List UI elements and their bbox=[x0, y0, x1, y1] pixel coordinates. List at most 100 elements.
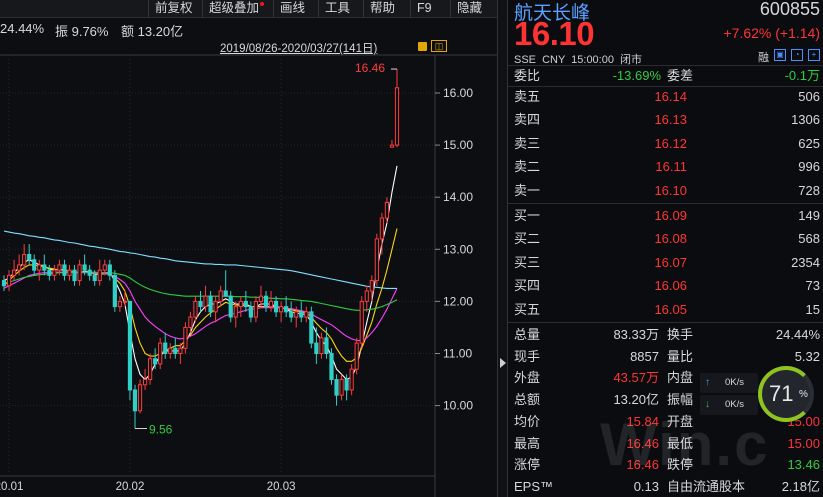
candle-body bbox=[314, 342, 319, 354]
candle-body bbox=[289, 311, 294, 318]
candle-body bbox=[1, 280, 7, 287]
candle-body bbox=[132, 389, 138, 412]
stat-label: 总量 bbox=[514, 327, 541, 342]
stat-label: 外盘 bbox=[514, 370, 541, 386]
candle-body bbox=[158, 342, 163, 365]
weibi-value: -13.69% bbox=[612, 68, 661, 83]
stat-label: 均价 bbox=[514, 413, 541, 429]
candle-body bbox=[364, 290, 369, 302]
ask-row[interactable]: 卖三 16.12 625 bbox=[508, 134, 823, 154]
stat-label: 总额 bbox=[514, 392, 541, 408]
candle-body bbox=[384, 201, 390, 219]
stock-code: 600855 bbox=[759, 0, 820, 19]
y-tick-label: 16.00 bbox=[443, 86, 473, 100]
candle-body bbox=[92, 274, 97, 282]
gauge-percent-sign: % bbox=[799, 389, 808, 400]
candle-body bbox=[284, 306, 289, 313]
stat-label: EPS™ bbox=[514, 478, 554, 494]
bell-icon[interactable]: ◔ bbox=[791, 49, 803, 61]
up-arrow-icon: ↑ bbox=[705, 377, 710, 388]
collapse-arrow-icon[interactable] bbox=[500, 358, 506, 368]
candle-body bbox=[11, 269, 17, 276]
commission-row: 委比 -13.69% 委差 -0.1万 bbox=[508, 66, 823, 86]
candle-body bbox=[258, 295, 264, 302]
candle-body bbox=[279, 306, 284, 313]
annotation-label: 9.56 bbox=[149, 423, 173, 437]
bid-volume: 568 bbox=[798, 231, 820, 247]
bid-label: 买三 bbox=[514, 254, 541, 270]
candle-body bbox=[37, 264, 42, 271]
stat-value: 13.20亿 bbox=[613, 392, 659, 408]
candle-body bbox=[304, 311, 309, 318]
bid-volume: 73 bbox=[805, 278, 820, 294]
share-icon[interactable]: ▣ bbox=[774, 49, 786, 61]
bid-volume: 15 bbox=[805, 301, 820, 317]
bid-row[interactable]: 买一 16.09 149 bbox=[508, 206, 823, 226]
candle-body bbox=[233, 306, 238, 318]
candle-body bbox=[263, 295, 269, 308]
stat-label: 换手 bbox=[667, 327, 694, 342]
bid-row[interactable]: 买五 16.05 15 bbox=[508, 300, 823, 320]
ask-price: 16.12 bbox=[654, 135, 687, 151]
bid-label: 买四 bbox=[514, 278, 541, 294]
stat-row: 总量 83.33万 换手 24.44% bbox=[508, 325, 823, 345]
stat-row: 现手 8857 量比 5.32 bbox=[508, 347, 823, 367]
candle-body bbox=[294, 311, 299, 318]
ask-label: 卖二 bbox=[514, 159, 541, 175]
candle-body bbox=[27, 254, 32, 261]
panel-splitter[interactable] bbox=[497, 0, 508, 497]
ask-row[interactable]: 卖二 16.11 996 bbox=[508, 157, 823, 177]
kline-chart-area[interactable]: 前复权 超级叠加 画线 工具 帮助 F9 隐藏 24.44% 振 9.76% 额… bbox=[0, 0, 497, 497]
add-icon[interactable]: + bbox=[808, 49, 820, 61]
candle-body bbox=[299, 311, 304, 318]
candle-body bbox=[334, 379, 339, 396]
ask-label: 卖三 bbox=[514, 135, 541, 151]
candle-body bbox=[354, 342, 359, 370]
candle-body bbox=[208, 295, 213, 313]
ask-volume: 728 bbox=[798, 182, 820, 198]
candle-body bbox=[183, 326, 188, 349]
y-tick-label: 12.00 bbox=[443, 294, 473, 308]
ask-row[interactable]: 卖五 16.14 506 bbox=[508, 87, 823, 107]
ask-price: 16.13 bbox=[654, 112, 687, 128]
candle-body bbox=[394, 87, 400, 146]
candle-body bbox=[178, 347, 183, 355]
candle-body bbox=[77, 264, 82, 282]
stat-value: 13.46 bbox=[787, 457, 820, 473]
bid-price: 16.07 bbox=[654, 254, 687, 270]
candle-body bbox=[218, 290, 223, 302]
bid-price: 16.05 bbox=[654, 301, 687, 317]
bid-row[interactable]: 买三 16.07 2354 bbox=[508, 253, 823, 273]
candle-body bbox=[309, 311, 314, 344]
candle-body bbox=[268, 300, 274, 308]
bid-row[interactable]: 买二 16.08 568 bbox=[508, 229, 823, 249]
bid-label: 买一 bbox=[514, 208, 541, 223]
ask-volume: 625 bbox=[798, 135, 820, 151]
ask-price: 16.10 bbox=[654, 182, 687, 198]
ask-row[interactable]: 卖一 16.10 728 bbox=[508, 181, 823, 201]
stat-value: 43.57万 bbox=[613, 370, 659, 386]
stat-value: 0.13 bbox=[633, 478, 659, 494]
candle-body bbox=[62, 264, 67, 276]
candle-body bbox=[137, 384, 143, 412]
bid-row[interactable]: 买四 16.06 73 bbox=[508, 276, 823, 296]
candle-body bbox=[42, 264, 47, 271]
candle-body bbox=[198, 300, 203, 308]
price-change: +7.62% (+1.14) bbox=[723, 25, 820, 41]
stat-label: 现手 bbox=[514, 348, 541, 364]
candle-body bbox=[102, 264, 107, 271]
x-tick-label: 20.03 bbox=[267, 481, 296, 493]
stat-label: 自由流通股本 bbox=[667, 478, 746, 494]
ma-series-line bbox=[3, 230, 397, 289]
x-tick-label: 20.02 bbox=[116, 481, 145, 493]
candle-body bbox=[193, 300, 198, 318]
y-tick-label: 13.00 bbox=[443, 242, 473, 256]
ask-row[interactable]: 卖四 16.13 1306 bbox=[508, 110, 823, 130]
stat-value: 24.44% bbox=[775, 327, 820, 342]
ask-volume: 1306 bbox=[791, 112, 820, 128]
y-tick-label: 14.00 bbox=[443, 190, 473, 204]
weicha-label: 委差 bbox=[667, 68, 694, 83]
stat-label: 振幅 bbox=[667, 392, 694, 408]
candle-body bbox=[122, 300, 128, 303]
annotation-label: 16.46 bbox=[355, 61, 385, 75]
